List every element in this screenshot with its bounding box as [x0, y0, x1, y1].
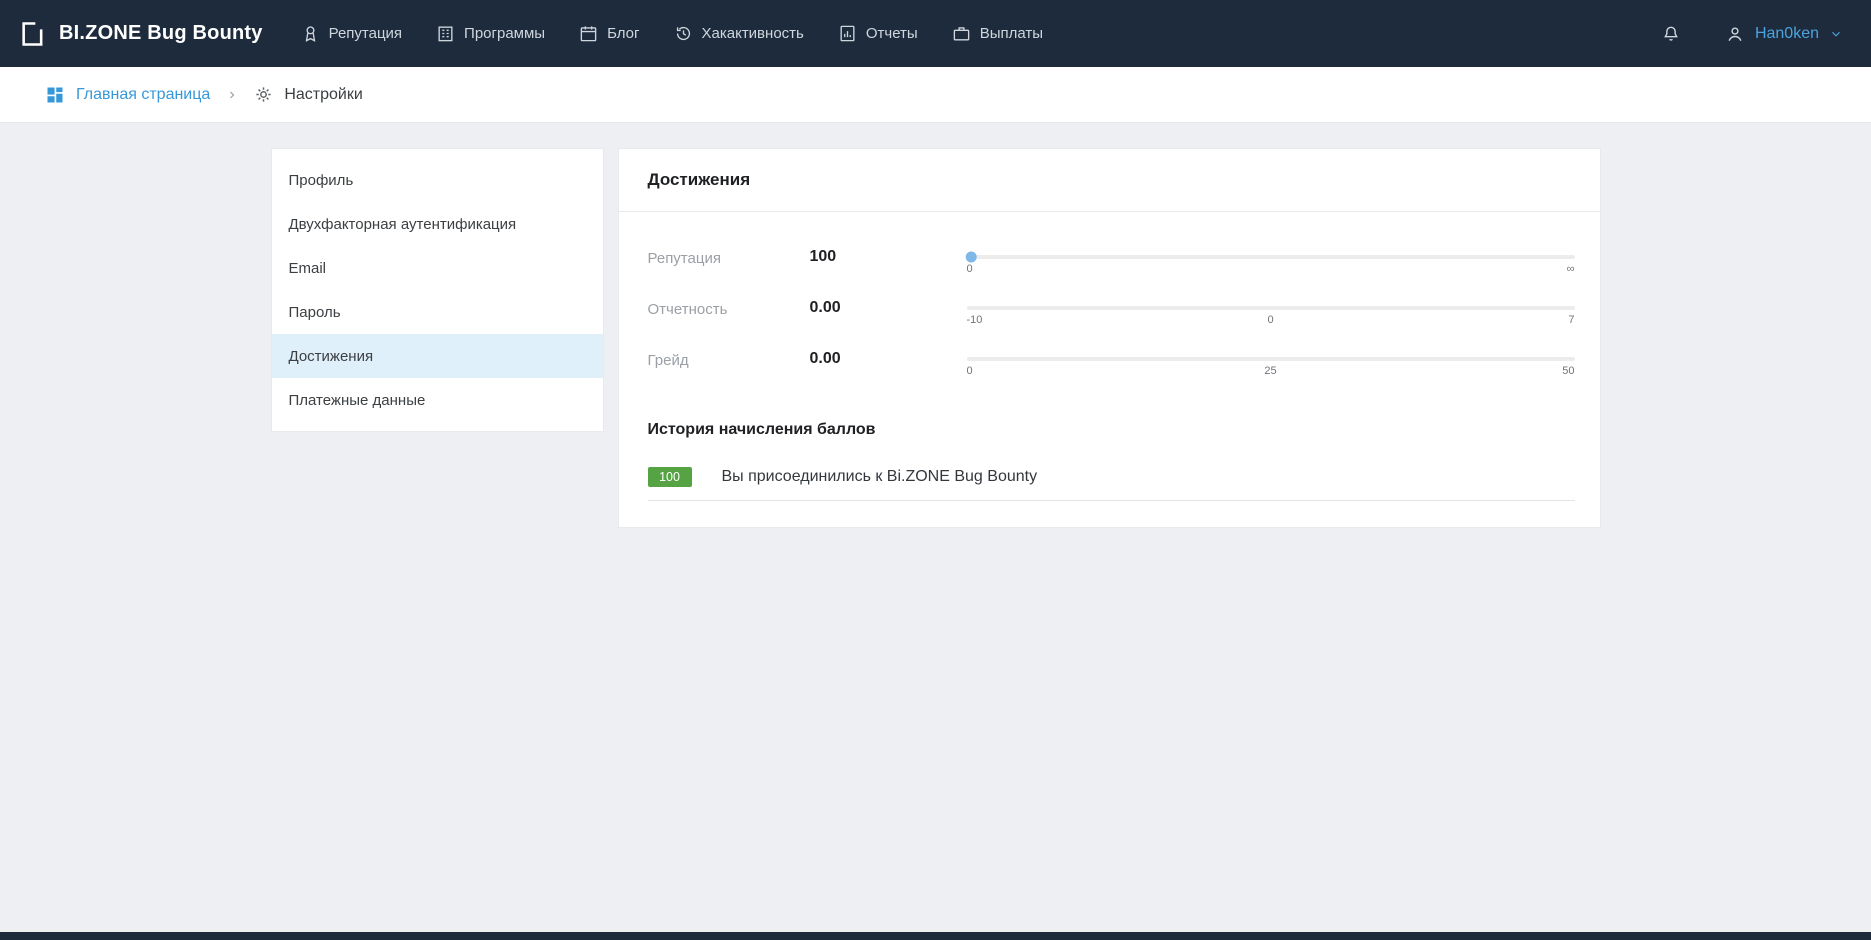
main-nav: Репутация Программы Блог [301, 24, 1043, 43]
brand-title: BI.ZONE Bug Bounty [59, 22, 263, 45]
grade-slider: 0 25 50 [967, 350, 1575, 381]
tick-min: 0 [967, 365, 973, 377]
settings-container: Профиль Двухфакторная аутентификация Ema… [271, 148, 1601, 528]
nav-item-label: Хакактивность [702, 25, 804, 42]
nav-item-programs[interactable]: Программы [436, 24, 545, 43]
metric-label: Отчетность [648, 299, 810, 318]
navbar-right: Han0ken [1661, 24, 1843, 44]
history-title: История начисления баллов [648, 421, 1575, 439]
slider-dot [965, 252, 976, 263]
reporting-slider: -10 0 7 [967, 299, 1575, 330]
metric-row-reporting: Отчетность 0.00 -10 0 7 [648, 299, 1575, 330]
metrics-list: Репутация 100 0 ∞ [619, 212, 1600, 381]
payouts-icon [952, 24, 971, 43]
panel-header: Достижения [619, 149, 1600, 212]
breadcrumb-home-label: Главная страница [76, 86, 210, 104]
nav-item-label: Репутация [329, 25, 402, 42]
achievements-panel: Достижения Репутация 100 0 [618, 148, 1601, 528]
slider-track [967, 357, 1575, 361]
nav-item-blog[interactable]: Блог [579, 24, 639, 43]
panel-title: Достижения [648, 170, 751, 190]
breadcrumb-current: Настройки [254, 85, 362, 104]
metric-row-grade: Грейд 0.00 0 25 50 [648, 350, 1575, 381]
sidebar-item-profile[interactable]: Профиль [272, 158, 603, 202]
points-history: История начисления баллов 100 Вы присоед… [619, 401, 1600, 501]
tick-mid: 0 [1267, 314, 1273, 326]
sidebar-item-label: Пароль [289, 304, 341, 321]
breadcrumb-home-link[interactable]: Главная страница [45, 85, 210, 105]
sidebar-item-label: Достижения [289, 348, 374, 365]
nav-item-label: Отчеты [866, 25, 918, 42]
metric-value: 100 [810, 248, 967, 266]
sidebar-item-label: Двухфакторная аутентификация [289, 216, 517, 233]
nav-item-label: Программы [464, 25, 545, 42]
sidebar-item-label: Профиль [289, 172, 354, 189]
tick-max: 50 [1562, 365, 1574, 377]
metric-label: Грейд [648, 350, 810, 369]
gear-icon [254, 85, 273, 104]
dashboard-grid-icon [45, 85, 65, 105]
tick-min: -10 [967, 314, 983, 326]
breadcrumb: Главная страница Настройки [0, 67, 1871, 123]
slider-track [967, 306, 1575, 310]
tick-min: 0 [967, 263, 973, 275]
reputation-slider: 0 ∞ [967, 248, 1575, 279]
reputation-icon [301, 24, 320, 43]
user-icon [1725, 24, 1745, 44]
nav-item-activity[interactable]: Хакактивность [674, 24, 804, 43]
sidebar-item-email[interactable]: Email [272, 246, 603, 290]
history-entry-text: Вы присоединились к Bi.ZONE Bug Bounty [722, 468, 1038, 486]
sidebar-item-payment-data[interactable]: Платежные данные [272, 378, 603, 422]
reports-icon [838, 24, 857, 43]
top-navbar: BI.ZONE Bug Bounty Репутация Программы [0, 0, 1871, 67]
chevron-down-icon [1829, 27, 1843, 41]
nav-item-payouts[interactable]: Выплаты [952, 24, 1043, 43]
metric-value: 0.00 [810, 299, 967, 317]
page: BI.ZONE Bug Bounty Репутация Программы [0, 0, 1871, 940]
sidebar-item-achievements[interactable]: Достижения [272, 334, 603, 378]
slider-ticks: 0 ∞ [967, 263, 1575, 279]
tick-max: 7 [1568, 314, 1574, 326]
nav-item-reports[interactable]: Отчеты [838, 24, 918, 43]
metric-value: 0.00 [810, 350, 967, 368]
slider-ticks: 0 25 50 [967, 365, 1575, 381]
programs-icon [436, 24, 455, 43]
brand[interactable]: BI.ZONE Bug Bounty [19, 20, 263, 48]
history-entry: 100 Вы присоединились к Bi.ZONE Bug Boun… [648, 467, 1575, 501]
metric-row-reputation: Репутация 100 0 ∞ [648, 248, 1575, 279]
points-badge: 100 [648, 467, 692, 487]
nav-item-label: Блог [607, 25, 639, 42]
tick-mid: 25 [1264, 365, 1276, 377]
notifications-bell-icon[interactable] [1661, 24, 1681, 44]
slider-ticks: -10 0 7 [967, 314, 1575, 330]
sidebar-item-password[interactable]: Пароль [272, 290, 603, 334]
main-content: Профиль Двухфакторная аутентификация Ema… [0, 123, 1871, 528]
breadcrumb-current-label: Настройки [284, 86, 362, 104]
bizone-logo-icon [19, 20, 47, 48]
activity-icon [674, 24, 693, 43]
tick-max: ∞ [1567, 263, 1575, 275]
user-menu[interactable]: Han0ken [1725, 24, 1843, 44]
blog-icon [579, 24, 598, 43]
sidebar-item-2fa[interactable]: Двухфакторная аутентификация [272, 202, 603, 246]
nav-item-reputation[interactable]: Репутация [301, 24, 402, 43]
settings-nav: Профиль Двухфакторная аутентификация Ema… [271, 148, 604, 432]
nav-item-label: Выплаты [980, 25, 1043, 42]
username: Han0ken [1755, 25, 1819, 43]
sidebar-item-label: Платежные данные [289, 392, 426, 409]
breadcrumb-separator-icon [226, 89, 238, 101]
slider-track [967, 255, 1575, 259]
footer-strip [0, 932, 1871, 940]
metric-label: Репутация [648, 248, 810, 267]
sidebar-item-label: Email [289, 260, 327, 277]
